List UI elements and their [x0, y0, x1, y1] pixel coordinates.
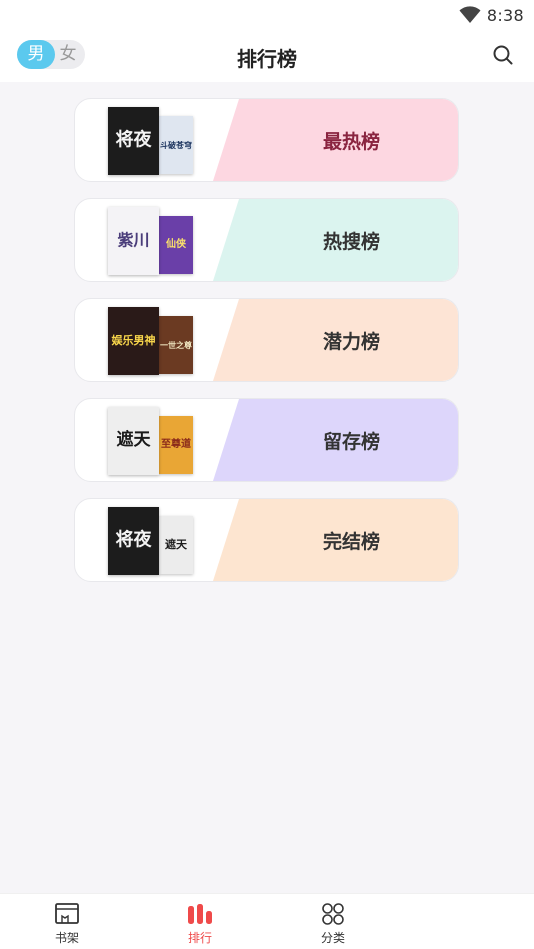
book-cover: 仙侠	[159, 216, 193, 274]
rank-board-label: 最热榜	[322, 130, 380, 153]
bookshelf-icon	[55, 903, 79, 924]
bottom-tab-bar: 书架 排行 分类	[0, 893, 534, 949]
book-cover: 一世之尊	[159, 316, 193, 374]
book-cover: 遮天	[108, 407, 159, 475]
rank-board-hottest[interactable]: 斗破苍穹 将夜 最热榜	[74, 98, 459, 182]
rank-board-label: 潜力榜	[322, 330, 380, 353]
book-cover: 娱乐男神	[108, 307, 159, 375]
page-title: 排行榜	[237, 47, 297, 71]
search-icon[interactable]	[492, 44, 514, 66]
book-cover: 将夜	[108, 507, 159, 575]
status-bar: 8:38	[0, 0, 534, 30]
book-cover: 至尊道	[159, 416, 193, 474]
wifi-icon	[459, 6, 481, 23]
status-time: 8:38	[486, 5, 524, 25]
book-cover: 斗破苍穹	[159, 116, 193, 174]
book-cover: 将夜	[108, 107, 159, 175]
tab-ranking[interactable]: 排行	[133, 894, 267, 949]
rank-board-retention[interactable]: 至尊道 遮天 留存榜	[74, 398, 459, 482]
rank-board-label: 完结榜	[322, 530, 380, 553]
ranking-icon	[188, 904, 212, 924]
tab-bookshelf[interactable]: 书架	[0, 894, 134, 949]
rank-board-potential[interactable]: 一世之尊 娱乐男神 潜力榜	[74, 298, 459, 382]
rank-board-hot-search[interactable]: 仙侠 紫川 热搜榜	[74, 198, 459, 282]
tab-label: 分类	[320, 931, 345, 945]
rank-board-label: 热搜榜	[322, 230, 380, 253]
tab-label: 排行	[187, 931, 212, 945]
category-icon	[322, 903, 344, 925]
rank-board-completed[interactable]: 遮天 将夜 完结榜	[74, 498, 459, 582]
rank-board-label: 留存榜	[322, 430, 380, 453]
rank-board-list: 斗破苍穹 将夜 最热榜 仙侠 紫川 热搜榜 一世之尊 娱乐男神 潜力榜 至尊道	[74, 98, 459, 598]
header: 女 男 排行榜	[0, 30, 534, 82]
tab-label: 书架	[54, 931, 79, 945]
book-cover: 紫川	[108, 207, 159, 275]
book-cover: 遮天	[159, 516, 193, 574]
tab-category[interactable]: 分类	[266, 894, 400, 949]
